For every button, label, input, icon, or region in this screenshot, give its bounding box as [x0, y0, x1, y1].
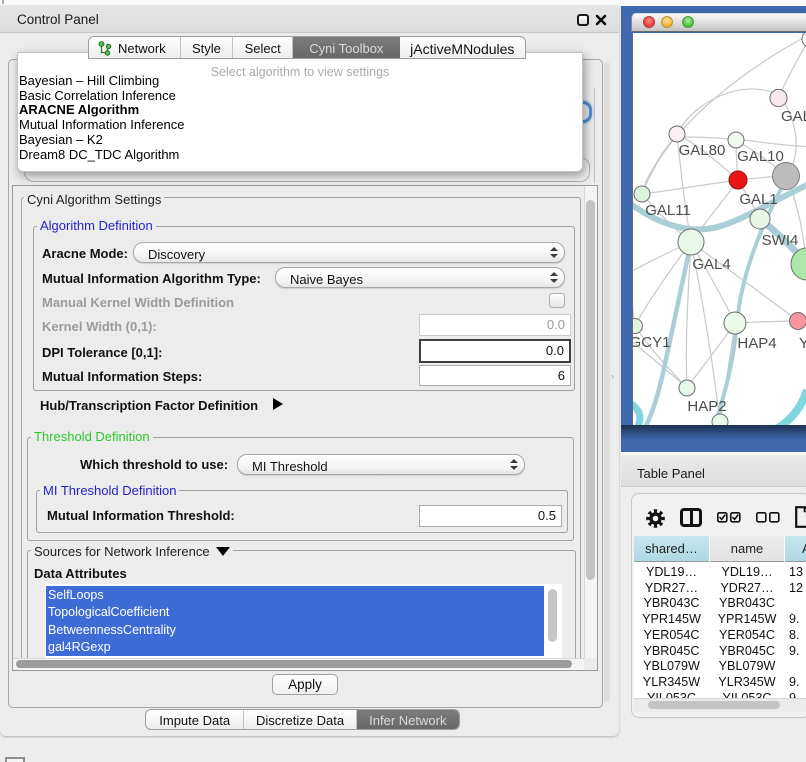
svg-text:GCY1: GCY1 — [633, 334, 670, 351]
svg-text:GAL7: GAL7 — [781, 108, 806, 125]
svg-text:GAL11: GAL11 — [645, 202, 691, 219]
svg-text:GAL4: GAL4 — [692, 256, 730, 273]
svg-text:GAL10: GAL10 — [737, 148, 784, 165]
svg-text:GAL80: GAL80 — [679, 142, 726, 159]
svg-text:SWI4: SWI4 — [762, 232, 799, 249]
svg-text:GAL1: GAL1 — [739, 191, 777, 208]
svg-text:HAP2: HAP2 — [687, 398, 726, 415]
svg-text:HAP4: HAP4 — [737, 335, 776, 352]
svg-text:Y: Y — [799, 335, 806, 352]
